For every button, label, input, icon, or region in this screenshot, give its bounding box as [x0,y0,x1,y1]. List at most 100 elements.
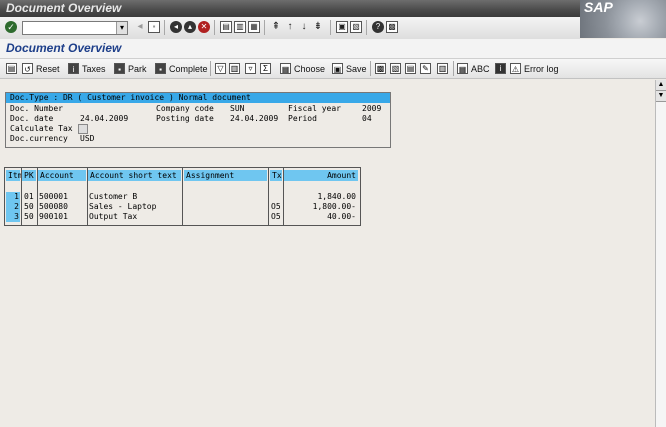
column-header-tx[interactable]: Tx [270,170,282,181]
line-items-table: Itm PK Account Account short text Assign… [4,167,361,226]
fiscal-year-value: 2009 [362,104,382,113]
toolbar-separator [453,61,454,76]
row-amount: 1,840.00 [317,192,356,201]
fiscal-year-label: Fiscal year [288,104,341,113]
park-label: Park [128,63,147,74]
period-value: 04 [362,114,372,123]
company-code-label: Company code [156,104,214,113]
previous-page-icon[interactable]: ↑ [284,21,296,33]
print-icon[interactable]: ▤ [220,21,232,33]
row-item-number[interactable]: 3 [6,212,20,222]
vertical-scrollbar[interactable]: ▲ ▼ [655,80,666,427]
arrow-left-icon[interactable]: ◂ [134,21,146,33]
back-icon[interactable]: ◂ [170,21,182,33]
export-icon[interactable]: ▤ [405,63,416,74]
error-log-button[interactable]: ⚠ Error log [510,61,559,76]
enter-icon[interactable]: ✓ [5,21,17,33]
save-icon[interactable]: ▪ [148,21,160,33]
row-item-number[interactable]: 1 [6,192,20,202]
command-field[interactable]: ▾ [22,21,128,35]
choose-label: Choose [294,63,326,74]
choose-icon: ▦ [280,63,291,74]
reset-button[interactable]: ↺ Reset [22,61,60,76]
sort-icon[interactable]: ▿ [245,63,256,74]
row-assignment[interactable] [184,212,267,222]
complete-button[interactable]: ▪ Complete [155,61,208,76]
toolbar-separator [264,20,265,35]
table-row[interactable]: 1 01 500001 Customer B 1,840.00 [5,192,360,202]
column-header-short-text[interactable]: Account short text [88,170,181,181]
layout-icon[interactable]: ▩ [375,63,386,74]
posting-date-value: 24.04.2009 [230,114,279,123]
row-assignment[interactable] [184,202,267,212]
system-toolbar: ✓ ▾ ◂ ▪ ◂ ▴ ✕ ▤ ▥ ▦ ⇞ ↑ ↓ ⇟ ▣ ▧ ? ▩ [0,17,580,40]
abc-label: ABC [471,63,490,74]
exit-icon[interactable]: ▴ [184,21,196,33]
edit-icon[interactable]: ✎ [420,63,431,74]
column-header-assignment[interactable]: Assignment [184,170,267,181]
complete-label: Complete [169,63,208,74]
document-header-box: Doc.Type : DR ( Customer invoice ) Norma… [5,92,391,148]
help-icon[interactable]: ? [372,21,384,33]
row-account-short-text: Customer B [89,192,138,201]
row-item-number[interactable]: 2 [6,202,20,212]
save-label: Save [346,63,367,74]
save-button[interactable]: ▣ Save [332,61,367,76]
doc-currency-value: USD [80,134,95,143]
toolbar-separator [330,20,331,35]
scroll-down-icon[interactable]: ▼ [656,91,666,102]
row-posting-key: 50 [24,202,34,211]
toolbar-separator [164,20,165,35]
column-header-account[interactable]: Account [38,170,86,181]
command-history-icon[interactable]: ▾ [116,22,127,34]
row-account: 900101 [39,212,68,221]
row-posting-key: 01 [24,192,34,201]
print-list-icon[interactable]: ▥ [229,63,240,74]
column-header-pk[interactable]: PK [22,170,36,181]
calculate-tax-checkbox[interactable] [78,124,88,134]
park-button[interactable]: ▪ Park [114,61,147,76]
row-assignment[interactable] [184,192,267,202]
first-page-icon[interactable]: ⇞ [270,21,282,33]
column-header-itm[interactable]: Itm [6,170,22,181]
row-account-short-text: Sales - Laptop [89,202,157,211]
row-tax-code: O5 [271,212,281,221]
reset-icon: ↺ [22,63,33,74]
filter-icon[interactable]: ▽ [215,63,226,74]
details-icon[interactable]: ▥ [437,63,448,74]
find-next-icon[interactable]: ▦ [248,21,260,33]
layout-menu-icon[interactable]: ▩ [386,21,398,33]
last-page-icon[interactable]: ⇟ [312,21,324,33]
table-row[interactable]: 2 50 500080 Sales - Laptop O5 1,800.00- [5,202,360,212]
row-amount: 1,800.00- [312,202,356,211]
page-title: Document Overview [6,41,122,55]
info-icon[interactable]: i [495,63,506,74]
taxes-button[interactable]: i Taxes [68,61,106,76]
toolbar-separator [214,20,215,35]
window-titlebar: Document Overview [0,0,666,17]
display-change-icon[interactable]: ▤ [6,63,17,74]
row-posting-key: 50 [24,212,34,221]
window-title: Document Overview [6,1,122,15]
posting-date-label: Posting date [156,114,214,123]
sum-icon[interactable]: Σ [260,63,271,74]
column-header-amount[interactable]: Amount [284,170,358,181]
toolbar-separator [210,61,211,76]
choose-button[interactable]: ▦ Choose [280,61,325,76]
cancel-icon[interactable]: ✕ [198,21,210,33]
new-session-icon[interactable]: ▣ [336,21,348,33]
scroll-up-icon[interactable]: ▲ [656,80,666,91]
abc-analysis-button[interactable]: ▦ ABC [457,61,490,76]
table-row[interactable]: 3 50 900101 Output Tax O5 40.00- [5,212,360,222]
next-page-icon[interactable]: ↓ [298,21,310,33]
document-type-text: Doc.Type : DR ( Customer invoice ) Norma… [10,93,251,102]
taxes-label: Taxes [82,63,106,74]
sap-logo: SAP [580,0,666,38]
error-log-label: Error log [524,63,559,74]
shortcut-icon[interactable]: ▧ [350,21,362,33]
application-toolbar: ▤ ↺ Reset i Taxes ▪ Park ▪ Complete ▽ ▥ … [0,59,666,79]
info-icon: i [68,63,79,74]
variant-icon[interactable]: ▧ [390,63,401,74]
find-icon[interactable]: ▥ [234,21,246,33]
doc-date-value: 24.04.2009 [80,114,129,123]
